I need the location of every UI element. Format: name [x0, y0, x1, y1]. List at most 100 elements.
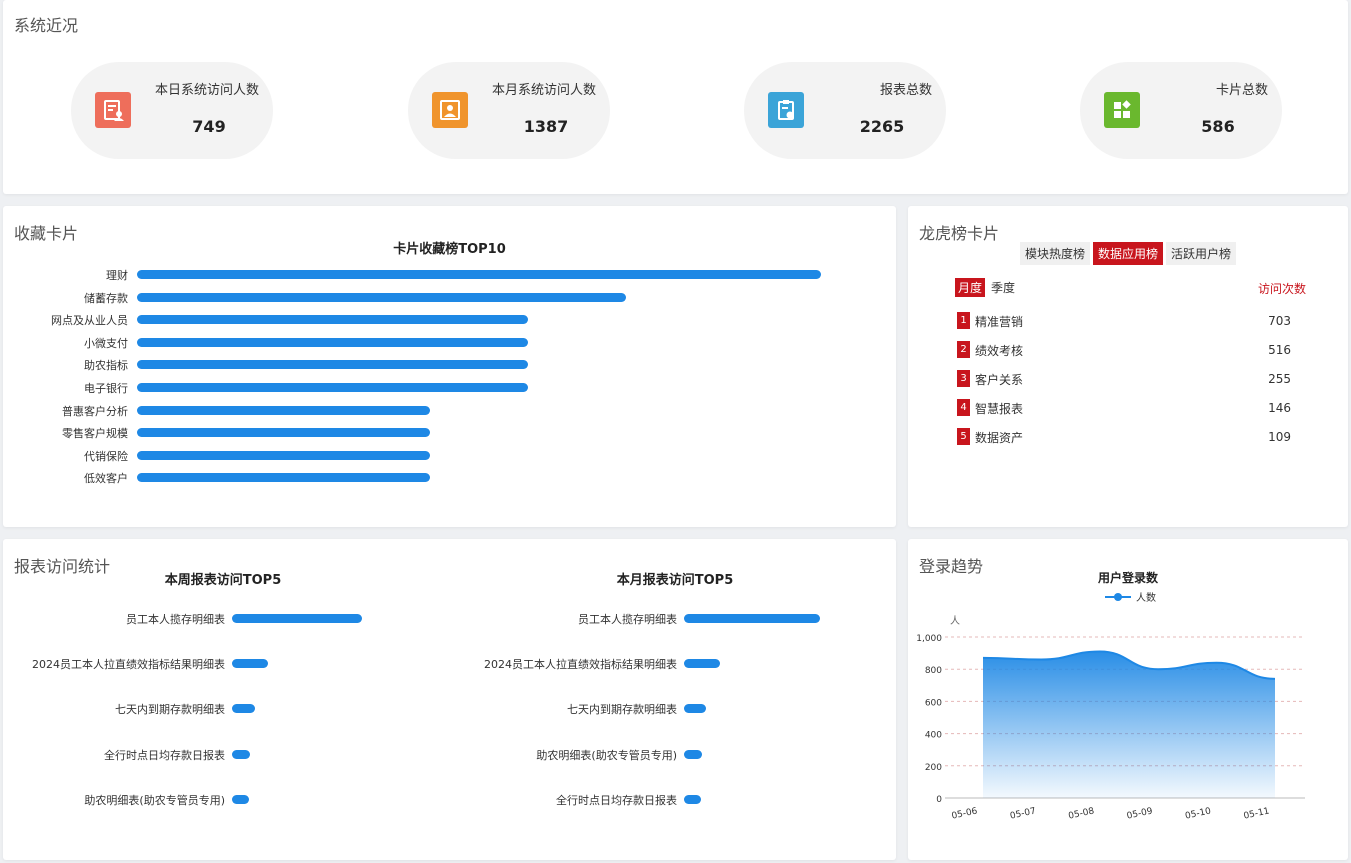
bar	[232, 704, 256, 714]
bar-label: 助农明细表(助农专管员专用)	[84, 793, 225, 807]
bar-label: 低效客户	[84, 472, 128, 486]
period-quarterly[interactable]: 季度	[988, 278, 1018, 297]
bar	[137, 337, 528, 347]
rank-value: 516	[1268, 343, 1291, 357]
y-tick-label: 400	[925, 731, 942, 741]
rank-row: 5 数据资产 109	[957, 428, 1297, 446]
y-axis-unit: 人	[950, 615, 960, 627]
x-tick-label: 05-06	[951, 806, 979, 821]
bar-label: 2024员工本人拉直绩效指标结果明细表	[484, 658, 677, 672]
favorites-chart-title: 卡片收藏榜TOP10	[393, 242, 506, 257]
x-tick-label: 05-09	[1126, 806, 1154, 821]
user-report-icon	[95, 92, 131, 128]
weekly-top5-title: 本周报表访问TOP5	[164, 573, 282, 588]
bar-label: 员工本人揽存明细表	[578, 613, 677, 626]
y-tick-label: 1,000	[916, 634, 942, 644]
stat-label: 本月系统访问人数	[491, 83, 596, 98]
visits-header: 访问次数	[1257, 282, 1306, 296]
bar-label: 电子银行	[84, 382, 128, 395]
rank-name: 智慧报表	[975, 402, 1024, 416]
system-overview-card: 系统近况 本日系统访问人数 749 本月系统访问人数 1387 报表总数 226…	[3, 0, 1348, 194]
stat-report-total: 报表总数 2265	[744, 62, 946, 159]
y-tick-label: 600	[925, 698, 942, 708]
rank-row: 3 客户关系 255	[957, 370, 1297, 388]
stat-label: 本日系统访问人数	[154, 83, 259, 98]
period-monthly[interactable]: 月度	[955, 278, 986, 297]
leaderboard-title: 龙虎榜卡片	[919, 224, 1000, 243]
y-tick-label: 800	[925, 666, 942, 676]
rank-badge: 5	[957, 428, 970, 445]
bar-label: 员工本人揽存明细表	[126, 613, 225, 626]
x-tick-label: 05-10	[1184, 806, 1212, 821]
overview-title: 系统近况	[14, 16, 79, 35]
report-visits-panel: 报表访问统计 本周报表访问TOP5 本月报表访问TOP5 员工本人揽存明细表 20…	[3, 539, 896, 860]
bar-label: 零售客户规模	[62, 427, 128, 441]
rank-badge: 3	[957, 370, 970, 387]
tab-module-heat[interactable]: 模块热度榜	[1020, 242, 1091, 265]
bar	[137, 405, 431, 415]
stat-daily-visitors: 本日系统访问人数 749	[71, 62, 273, 159]
rank-name: 数据资产	[975, 431, 1024, 445]
rank-row: 4 智慧报表 146	[957, 399, 1297, 417]
trend-chart-title: 用户登录数	[1097, 570, 1159, 585]
login-trend-panel: 登录趋势 用户登录数 人数人 0 200 400 600 800 1,000 05-06 05-0…	[908, 539, 1348, 860]
stat-value: 586	[1201, 117, 1235, 136]
bar	[232, 749, 251, 759]
bar-label: 储蓄存款	[84, 291, 128, 305]
bar	[232, 659, 269, 669]
period-switch: 月度 季度	[955, 278, 1021, 297]
rank-badge: 2	[957, 341, 970, 358]
bar	[684, 614, 820, 623]
rank-badge: 4	[957, 399, 970, 416]
login-trend-chart: 用户登录数人数人 0 200 400 600 800 1,000 05-06 05-07 05-0…	[916, 570, 1305, 822]
bar	[137, 292, 626, 302]
x-tick-label: 05-07	[1009, 806, 1037, 821]
y-tick-label: 0	[936, 795, 942, 805]
bar	[137, 270, 821, 279]
bar-label: 全行时点日均存款日报表	[104, 748, 225, 762]
bar	[137, 383, 528, 392]
bar-label: 小微支付	[84, 336, 128, 350]
stat-value: 749	[192, 117, 226, 136]
area-fill	[983, 651, 1275, 798]
rank-row: 2 绩效考核 516	[957, 341, 1297, 359]
bar	[137, 428, 431, 438]
bar-label: 七天内到期存款明细表	[115, 703, 225, 717]
stat-card-total: 卡片总数 586	[1080, 62, 1282, 159]
x-tick-label: 05-11	[1243, 806, 1271, 821]
stat-label: 卡片总数	[1215, 83, 1268, 98]
bar-label: 普惠客户分析	[62, 404, 128, 418]
bar-label: 七天内到期存款明细表	[567, 703, 677, 717]
bar-label: 助农指标	[84, 359, 128, 373]
rank-value: 255	[1268, 372, 1291, 386]
tab-data-app[interactable]: 数据应用榜	[1093, 242, 1164, 265]
clipboard-check-icon	[768, 92, 804, 128]
bar-label: 2024员工本人拉直绩效指标结果明细表	[32, 658, 225, 672]
y-tick-label: 200	[925, 763, 942, 773]
rank-name: 客户关系	[975, 373, 1024, 387]
bar-label: 全行时点日均存款日报表	[556, 793, 677, 807]
rank-value: 109	[1268, 430, 1291, 444]
bar	[232, 794, 249, 804]
bar	[137, 315, 528, 325]
bar-label: 代销保险	[84, 449, 128, 463]
stat-value: 2265	[859, 117, 905, 136]
tab-active-users[interactable]: 活跃用户榜	[1166, 242, 1237, 265]
rank-badge: 1	[957, 312, 970, 329]
leaderboard-panel: 龙虎榜卡片 模块热度榜 数据应用榜 活跃用户榜 月度 季度 访问次数 1 精准营…	[908, 206, 1348, 527]
contact-card-icon	[432, 92, 468, 128]
stat-value: 1387	[523, 117, 569, 136]
bar	[137, 450, 431, 460]
monthly-top5-title: 本月报表访问TOP5	[616, 573, 734, 588]
favorite-cards-panel: 收藏卡片 卡片收藏榜TOP10 理财 储蓄存款 网点及从业人员 小微支付 助农指标 电子银…	[3, 206, 896, 527]
bar-label: 理财	[106, 269, 128, 282]
widgets-icon	[1104, 92, 1140, 128]
rank-value: 703	[1268, 314, 1291, 328]
bar-label: 网点及从业人员	[51, 314, 128, 328]
bar	[684, 659, 721, 669]
rank-name: 绩效考核	[975, 344, 1024, 358]
bar	[684, 749, 703, 759]
bar	[137, 473, 431, 483]
leaderboard-tabs: 模块热度榜 数据应用榜 活跃用户榜	[1020, 242, 1239, 265]
x-tick-label: 05-08	[1068, 806, 1096, 821]
